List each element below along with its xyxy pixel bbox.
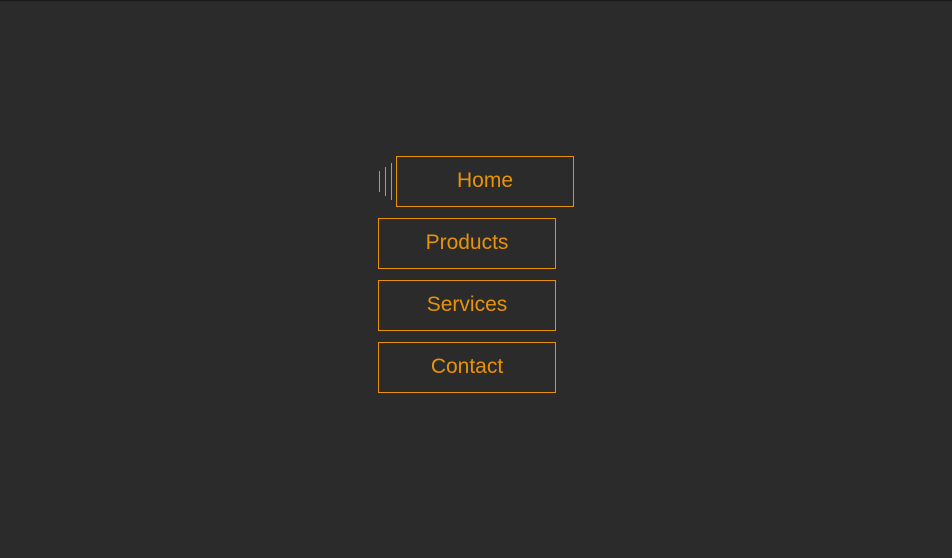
menu-item-label: Services <box>427 293 508 317</box>
active-indicator-bar <box>385 167 386 196</box>
menu-item-services[interactable]: Services <box>378 280 556 331</box>
active-indicator-bar <box>379 171 380 192</box>
menu-item-products[interactable]: Products <box>378 218 556 269</box>
menu-item-label: Home <box>457 169 513 193</box>
menu-item-label: Products <box>426 231 509 255</box>
active-indicator-bar <box>391 163 392 200</box>
menu-item-label: Contact <box>431 355 503 379</box>
main-menu: Home Products Services Contact <box>378 156 574 393</box>
menu-item-contact[interactable]: Contact <box>378 342 556 393</box>
menu-item-home[interactable]: Home <box>396 156 574 207</box>
